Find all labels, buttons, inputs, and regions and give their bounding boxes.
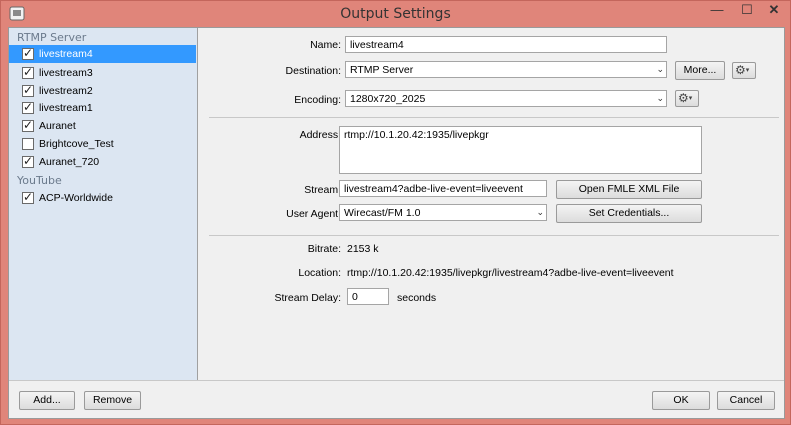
list-item-label: livestream2	[39, 85, 93, 97]
destination-label: Destination:	[285, 65, 341, 77]
encoding-select[interactable]: 1280x720_2025 ⌄	[345, 90, 667, 107]
list-item-livestream1[interactable]: ✓ livestream1	[9, 99, 196, 117]
dropdown-arrow-icon: ⌄	[656, 93, 664, 103]
checkbox-check-icon: ✓	[23, 46, 34, 60]
list-item-label: Auranet_720	[39, 156, 100, 168]
user-agent-select[interactable]: Wirecast/FM 1.0 ⌄	[339, 204, 547, 221]
checkbox-check-icon: ✓	[23, 190, 34, 204]
location-value: rtmp://10.1.20.42:1935/livepkgr/livestre…	[347, 267, 674, 279]
stream-delay-unit: seconds	[397, 292, 437, 304]
dialog-client-area: RTMP Server ✓ livestream4 ✓ livestream3 …	[8, 27, 785, 419]
checkbox[interactable]: ✓	[22, 190, 34, 204]
destination-select-value: RTMP Server	[350, 64, 414, 76]
encoding-select-value: 1280x720_2025	[350, 93, 426, 105]
output-list-sidebar: RTMP Server ✓ livestream4 ✓ livestream3 …	[9, 28, 198, 380]
set-credentials-button[interactable]: Set Credentials...	[556, 204, 702, 223]
group-label-youtube: YouTube	[17, 174, 62, 187]
list-item-label: livestream1	[39, 102, 93, 114]
list-item-livestream4[interactable]: ✓ livestream4	[9, 45, 196, 63]
more-button[interactable]: More...	[675, 61, 725, 80]
checkbox[interactable]: ✓	[22, 83, 34, 97]
checkbox-check-icon: ✓	[23, 65, 34, 79]
user-agent-label: User Agent:	[286, 208, 341, 220]
dropdown-arrow-icon: ⌄	[656, 64, 664, 74]
location-label: Location:	[298, 267, 341, 279]
list-item-livestream2[interactable]: ✓ livestream2	[9, 82, 196, 100]
stream-label: Stream:	[304, 184, 341, 196]
output-settings-window: Output Settings — ☐ ✕ RTMP Server ✓ live…	[0, 0, 791, 425]
dropdown-arrow-icon: ⌄	[536, 207, 544, 217]
list-item-label: ACP-Worldwide	[39, 192, 113, 204]
separator	[209, 235, 779, 236]
remove-output-button[interactable]: Remove	[84, 391, 141, 410]
encoding-gear-button[interactable]: ⚙▾	[675, 90, 699, 107]
minimize-button[interactable]: —	[703, 1, 731, 21]
destination-gear-button[interactable]: ⚙▾	[732, 62, 756, 79]
checkbox[interactable]: ✓	[22, 65, 34, 79]
stream-field[interactable]: livestream4?adbe-live-event=liveevent	[339, 180, 547, 197]
stream-delay-field[interactable]: 0	[347, 288, 389, 305]
cancel-button[interactable]: Cancel	[717, 391, 775, 410]
address-field[interactable]: rtmp://10.1.20.42:1935/livepkgr	[339, 126, 702, 174]
encoding-label: Encoding:	[294, 94, 341, 106]
checkbox-check-icon: ✓	[23, 83, 34, 97]
add-output-button[interactable]: Add...	[19, 391, 75, 410]
checkbox[interactable]: ✓	[22, 100, 34, 114]
close-button[interactable]: ✕	[761, 1, 787, 21]
window-title: Output Settings	[340, 6, 451, 22]
list-item-label: livestream4	[39, 48, 93, 60]
user-agent-select-value: Wirecast/FM 1.0	[344, 207, 421, 219]
group-label-rtmp-server: RTMP Server	[17, 31, 87, 44]
dialog-footer: Add... Remove OK Cancel	[9, 380, 784, 418]
checkbox-check-icon: ✓	[23, 118, 34, 132]
checkbox[interactable]	[22, 138, 34, 150]
separator	[209, 117, 779, 118]
list-item-auranet[interactable]: ✓ Auranet	[9, 117, 196, 135]
checkbox[interactable]: ✓	[22, 46, 34, 60]
title-bar[interactable]: Output Settings — ☐ ✕	[1, 1, 790, 27]
gear-icon: ⚙	[735, 63, 746, 77]
list-item-label: Auranet	[39, 120, 76, 132]
list-item-livestream3[interactable]: ✓ livestream3	[9, 64, 196, 82]
list-item-brightcove-test[interactable]: Brightcove_Test	[9, 135, 196, 153]
address-label: Address:	[299, 129, 341, 141]
open-fmle-xml-button[interactable]: Open FMLE XML File	[556, 180, 702, 199]
stream-delay-label: Stream Delay:	[274, 292, 341, 304]
ok-button[interactable]: OK	[652, 391, 710, 410]
name-label: Name:	[310, 39, 341, 51]
destination-select[interactable]: RTMP Server ⌄	[345, 61, 667, 78]
caret-down-icon: ▾	[745, 66, 750, 74]
gear-icon: ⚙	[678, 91, 689, 105]
bitrate-value: 2153 k	[347, 243, 379, 255]
checkbox-check-icon: ✓	[23, 100, 34, 114]
checkbox[interactable]: ✓	[22, 154, 34, 168]
maximize-button[interactable]: ☐	[734, 1, 760, 21]
list-item-label: livestream3	[39, 67, 93, 79]
name-field[interactable]: livestream4	[345, 36, 667, 53]
list-item-acp-worldwide[interactable]: ✓ ACP-Worldwide	[9, 189, 196, 207]
checkbox[interactable]: ✓	[22, 118, 34, 132]
list-item-label: Brightcove_Test	[39, 138, 114, 150]
bitrate-label: Bitrate:	[307, 243, 341, 255]
checkbox-check-icon: ✓	[23, 154, 34, 168]
settings-panel: Name: livestream4 Destination: RTMP Serv…	[199, 28, 784, 380]
list-item-auranet-720[interactable]: ✓ Auranet_720	[9, 153, 196, 171]
caret-down-icon: ▾	[688, 94, 693, 102]
